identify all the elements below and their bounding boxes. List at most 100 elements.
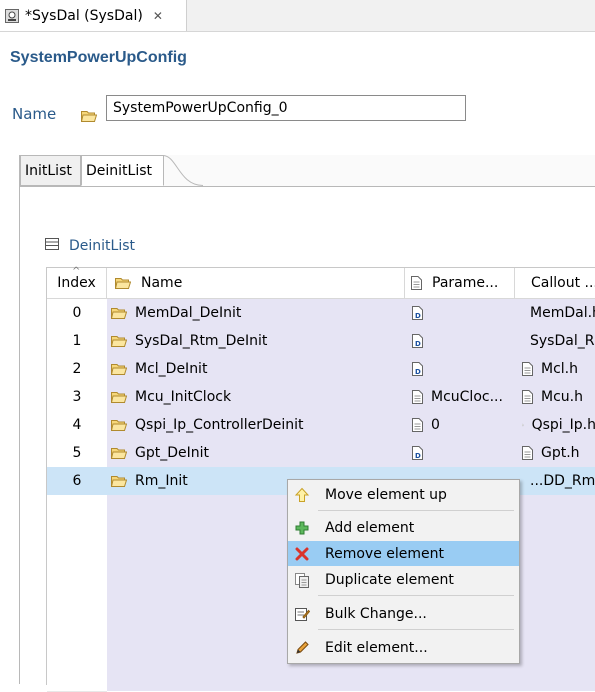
cell-callout-empty: [515, 635, 595, 663]
svg-text:D: D: [415, 452, 421, 460]
document-icon: [522, 362, 533, 376]
cell-index-empty: [47, 635, 107, 664]
cell-callout-text: Qspi_Ip.h: [531, 417, 595, 433]
table-title: DeinitList: [45, 238, 135, 254]
cell-index-empty: [47, 495, 107, 524]
menu-item-move-up[interactable]: Move element up: [288, 482, 519, 507]
remove-icon: [293, 545, 311, 563]
column-header-name[interactable]: Name: [107, 268, 405, 298]
cell-name-empty: [107, 663, 405, 691]
document-icon: [522, 446, 533, 460]
cell-name-text: MemDal_DeInit: [135, 305, 242, 321]
tab-strip: InitList DeinitList: [20, 155, 595, 187]
cell-index-empty: [47, 579, 107, 608]
cell-callout-text: Gpt.h: [541, 445, 580, 461]
folder-icon: [111, 336, 127, 347]
column-header-parameters-label: Parame...: [432, 275, 499, 291]
cell-name-text: Gpt_DeInit: [135, 445, 209, 461]
default-value-icon: D: [412, 446, 423, 460]
cell-index-empty: [47, 607, 107, 636]
cell-callout-empty: [515, 607, 595, 635]
table-row[interactable]: 0 MemDal_DeInit D MemDal.h: [47, 299, 595, 327]
svg-text:D: D: [415, 368, 421, 376]
close-icon[interactable]: ✕: [153, 9, 163, 23]
name-input[interactable]: [106, 95, 466, 121]
column-header-index[interactable]: ^ Index: [47, 266, 107, 298]
cell-index: 2: [47, 355, 107, 383]
cell-parameters: D: [405, 327, 515, 355]
folder-icon: [111, 420, 127, 431]
document-icon: [522, 390, 533, 404]
cell-callout: Mcu.h: [515, 383, 595, 411]
folder-icon: [81, 108, 97, 124]
cell-callout: Mcl.h: [515, 355, 595, 383]
cell-name: Mcl_DeInit: [107, 355, 405, 383]
menu-separator: [318, 629, 514, 630]
cell-callout-empty: [515, 579, 595, 607]
cell-callout-empty: [515, 523, 595, 551]
cell-name: MemDal_DeInit: [107, 299, 405, 327]
table-row[interactable]: 4 Qspi_Ip_ControllerDeinit 0 Qspi_Ip.h: [47, 411, 595, 439]
menu-item-label: Edit element...: [325, 639, 428, 656]
tab-deinitlist[interactable]: DeinitList: [81, 155, 164, 186]
cell-callout-empty: [515, 663, 595, 691]
cell-parameters-text: 0: [431, 417, 440, 433]
config-editor-icon: [4, 8, 20, 24]
cell-index: 3: [47, 383, 107, 411]
table-row[interactable]: 5 Gpt_DeInit D Gpt.h: [47, 439, 595, 467]
cell-index-empty: [47, 663, 107, 692]
column-header-callout-label: Callout ...: [531, 275, 595, 291]
cell-callout-text: ...DD_Rm...: [530, 473, 595, 489]
name-label: Name: [12, 105, 57, 123]
cell-callout-text: SysDal_R...: [530, 333, 595, 349]
cell-callout: MemDal.h: [515, 299, 595, 327]
cell-callout: Gpt.h: [515, 439, 595, 467]
folder-icon: [111, 308, 127, 319]
cell-callout: SysDal_R...: [515, 327, 595, 355]
cell-name-text: SysDal_Rtm_DeInit: [135, 333, 268, 349]
cell-index: 1: [47, 327, 107, 355]
cell-name: SysDal_Rtm_DeInit: [107, 327, 405, 355]
document-icon: [522, 424, 524, 426]
default-value-icon: D: [412, 362, 423, 376]
column-header-parameters[interactable]: Parame...: [405, 268, 515, 298]
column-header-name-label: Name: [141, 275, 183, 291]
default-value-icon: D: [412, 334, 423, 348]
tab-initlist[interactable]: InitList: [20, 155, 81, 186]
pencil-icon: [293, 639, 311, 657]
folder-icon: [111, 392, 127, 403]
duplicate-icon: [293, 571, 311, 589]
cell-callout: ...DD_Rm...: [515, 467, 595, 495]
table-title-label: DeinitList: [69, 238, 136, 254]
menu-item-remove[interactable]: Remove element: [288, 541, 519, 566]
table-row[interactable]: 2 Mcl_DeInit D Mcl.h: [47, 355, 595, 383]
cell-name: Qspi_Ip_ControllerDeinit: [107, 411, 405, 439]
menu-item-label: Duplicate element: [325, 571, 454, 588]
tab-curve-decoration: [163, 155, 203, 186]
cell-callout-text: Mcu.h: [541, 389, 583, 405]
editor-tab-sysdal[interactable]: *SysDal (SysDal) ✕: [0, 0, 187, 31]
cell-parameters: 0: [405, 411, 515, 439]
editor-tab-title: *SysDal (SysDal): [25, 7, 143, 24]
menu-item-add[interactable]: Add element: [288, 515, 519, 540]
menu-item-label: Add element: [325, 519, 415, 536]
svg-text:D: D: [415, 340, 421, 348]
menu-item-bulk-change[interactable]: Bulk Change...: [288, 601, 519, 626]
cell-name: Mcu_InitClock: [107, 383, 405, 411]
document-icon: [412, 418, 423, 432]
cell-index: 6: [47, 467, 107, 495]
cell-parameters: D: [405, 355, 515, 383]
cell-callout-empty: [515, 495, 595, 523]
table-row[interactable]: 3 Mcu_InitClock McuCloc... Mcu.h: [47, 383, 595, 411]
folder-icon: [111, 448, 127, 459]
column-header-callout[interactable]: Callout ...: [515, 268, 595, 298]
menu-item-duplicate[interactable]: Duplicate element: [288, 567, 519, 592]
cell-index: 0: [47, 299, 107, 327]
cell-parameters-empty: [405, 663, 515, 691]
table-header: ^ Index Name Parame... Callout ...: [47, 266, 595, 299]
document-icon: [412, 390, 423, 404]
table-row[interactable]: 1 SysDal_Rtm_DeInit D SysDal_R...: [47, 327, 595, 355]
menu-item-edit[interactable]: Edit element...: [288, 635, 519, 660]
cell-callout-text: MemDal.h: [530, 305, 595, 321]
cell-name-text: Qspi_Ip_ControllerDeinit: [135, 417, 304, 433]
